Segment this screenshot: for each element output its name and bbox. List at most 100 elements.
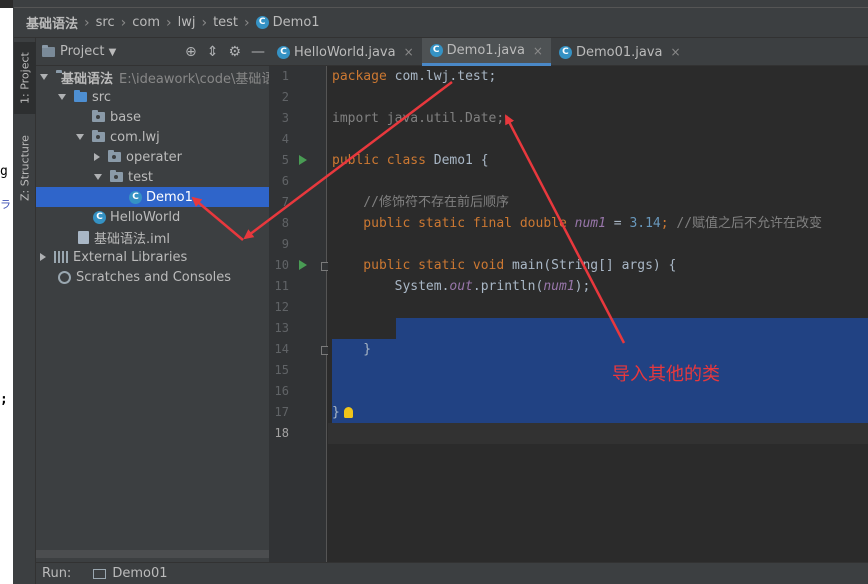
- tree-item-base[interactable]: base: [36, 107, 269, 127]
- tree-item-label: src: [92, 89, 111, 105]
- tree-item-label: base: [110, 109, 141, 125]
- line-number: 10: [274, 258, 289, 272]
- project-tool-button[interactable]: 1: Project: [14, 42, 36, 114]
- code-line-3: import java.util.Date;: [332, 111, 505, 126]
- locate-file-icon[interactable]: ⊕: [185, 44, 197, 60]
- code-line-7: //修饰符不存在前后顺序: [332, 195, 509, 210]
- line-number: 12: [274, 300, 289, 314]
- editor-gutter: 1 2 3 4 5 6 7 8 9 10 11 12 13 14 15 16 1…: [269, 66, 330, 562]
- breadcrumb-item-test[interactable]: test: [213, 15, 238, 30]
- run-class-icon[interactable]: [299, 155, 307, 165]
- line-number: 1: [281, 69, 289, 83]
- expand-arrow-icon[interactable]: [58, 94, 66, 100]
- expand-arrow-icon[interactable]: [76, 134, 84, 140]
- project-root-label: 基础语法: [61, 71, 114, 87]
- expand-arrow-icon[interactable]: [94, 174, 102, 180]
- gear-icon[interactable]: ⚙: [228, 44, 241, 60]
- line-number: 13: [274, 321, 289, 335]
- tree-item-label: operater: [126, 149, 182, 165]
- structure-tool-button[interactable]: Z: Structure: [14, 130, 36, 206]
- line-number: 11: [274, 279, 289, 293]
- run-label: Run:: [42, 566, 72, 581]
- tree-item-demo1[interactable]: C Demo1: [36, 187, 269, 207]
- java-class-icon: C: [93, 210, 106, 224]
- source-folder-icon: [74, 90, 87, 102]
- tree-item-label: test: [128, 169, 153, 185]
- chevron-right-icon: ›: [120, 14, 127, 31]
- tree-item-iml[interactable]: 基础语法.iml: [36, 227, 269, 247]
- breadcrumb-item-lwj[interactable]: lwj: [178, 15, 196, 30]
- close-icon[interactable]: ×: [404, 45, 414, 59]
- tree-item-label: 基础语法.iml: [94, 231, 171, 247]
- line-number: 4: [281, 132, 289, 146]
- background-text-c: ;: [0, 392, 8, 407]
- tree-item-label: External Libraries: [73, 249, 188, 265]
- project-view-dropdown[interactable]: Project ▼: [60, 44, 116, 59]
- tab-demo1-java[interactable]: C Demo1.java ×: [421, 38, 551, 66]
- annotation-note: 导入其他的类: [612, 364, 720, 385]
- line-number: 14: [274, 342, 289, 356]
- background-window-topbar: [0, 0, 13, 8]
- package-icon: [110, 170, 123, 182]
- selection-highlight: [332, 339, 868, 423]
- run-config-tab[interactable]: Demo01: [93, 566, 167, 581]
- chevron-right-icon: ›: [244, 14, 250, 31]
- libraries-icon: [54, 251, 68, 263]
- scratches-icon: [58, 270, 71, 284]
- tree-item-helloworld[interactable]: C HelloWorld: [36, 207, 269, 227]
- tab-helloworld-java[interactable]: C HelloWorld.java ×: [269, 38, 422, 66]
- collapse-all-icon[interactable]: ⇕: [207, 44, 219, 60]
- tree-item-operater[interactable]: operater: [36, 147, 269, 167]
- code-line-11: System.out.println(num1);: [332, 279, 591, 294]
- breadcrumb-item-project[interactable]: 基础语法: [26, 13, 78, 32]
- breadcrumb-item-com[interactable]: com: [132, 15, 160, 30]
- chevron-right-icon: ›: [201, 14, 208, 31]
- line-number: 5: [281, 153, 289, 167]
- java-class-icon: C: [255, 16, 269, 29]
- collapsed-arrow-icon[interactable]: [94, 153, 100, 161]
- close-icon[interactable]: ×: [533, 44, 543, 58]
- close-icon[interactable]: ×: [671, 45, 681, 59]
- chevron-right-icon: ›: [165, 14, 172, 31]
- line-number: 15: [274, 363, 289, 377]
- expand-arrow-icon[interactable]: [40, 74, 48, 80]
- lightbulb-icon[interactable]: [343, 407, 353, 418]
- code-line-17: }: [332, 402, 353, 423]
- line-number: 16: [274, 384, 289, 398]
- background-window-edge: g ラ ;: [0, 0, 14, 584]
- tree-item-project-root[interactable]: 基础语法 E:\ideawork\code\基础语: [36, 67, 269, 87]
- tab-label: Demo01.java: [575, 44, 663, 60]
- selection-highlight: [396, 318, 868, 339]
- tree-item-src[interactable]: src: [36, 87, 269, 107]
- tab-demo01-java[interactable]: C Demo01.java ×: [551, 38, 689, 66]
- breadcrumb-item-src[interactable]: src: [96, 15, 115, 30]
- tree-item-label: HelloWorld: [110, 209, 181, 225]
- project-panel-header: Project ▼ ⊕ ⇕ ⚙ —: [36, 38, 269, 66]
- code-line-5: public class Demo1 {: [332, 153, 489, 168]
- tree-item-test[interactable]: test: [36, 167, 269, 187]
- collapsed-arrow-icon[interactable]: [40, 253, 46, 261]
- breadcrumb-item-demo1[interactable]: C Demo1: [255, 15, 320, 30]
- tree-item-external-libraries[interactable]: External Libraries: [36, 247, 269, 267]
- hide-panel-icon[interactable]: —: [251, 44, 265, 60]
- project-panel: Project ▼ ⊕ ⇕ ⚙ — 基础语法 E:\ideawork\code\…: [36, 38, 269, 562]
- line-number: 17: [274, 405, 289, 419]
- background-text-a: g: [0, 164, 8, 179]
- tree-item-scratches[interactable]: Scratches and Consoles: [36, 267, 269, 287]
- run-config-label: Demo01: [112, 566, 168, 581]
- project-view-icon: [42, 44, 55, 57]
- chevron-right-icon: ›: [84, 14, 90, 31]
- tree-item-com-lwj[interactable]: com.lwj: [36, 127, 269, 147]
- java-class-icon: C: [558, 45, 572, 59]
- console-icon: [93, 568, 107, 579]
- tab-label: Demo1.java: [446, 43, 525, 58]
- iml-file-icon: [78, 230, 89, 244]
- package-icon: [108, 150, 121, 162]
- line-number: 9: [281, 237, 289, 251]
- project-panel-scrollbar[interactable]: [36, 550, 269, 558]
- code-editor[interactable]: package com.lwj.test; import java.util.D…: [328, 66, 868, 562]
- line-number: 7: [281, 195, 289, 209]
- run-main-icon[interactable]: [299, 260, 307, 270]
- java-class-icon: C: [129, 190, 142, 204]
- line-number: 8: [281, 216, 289, 230]
